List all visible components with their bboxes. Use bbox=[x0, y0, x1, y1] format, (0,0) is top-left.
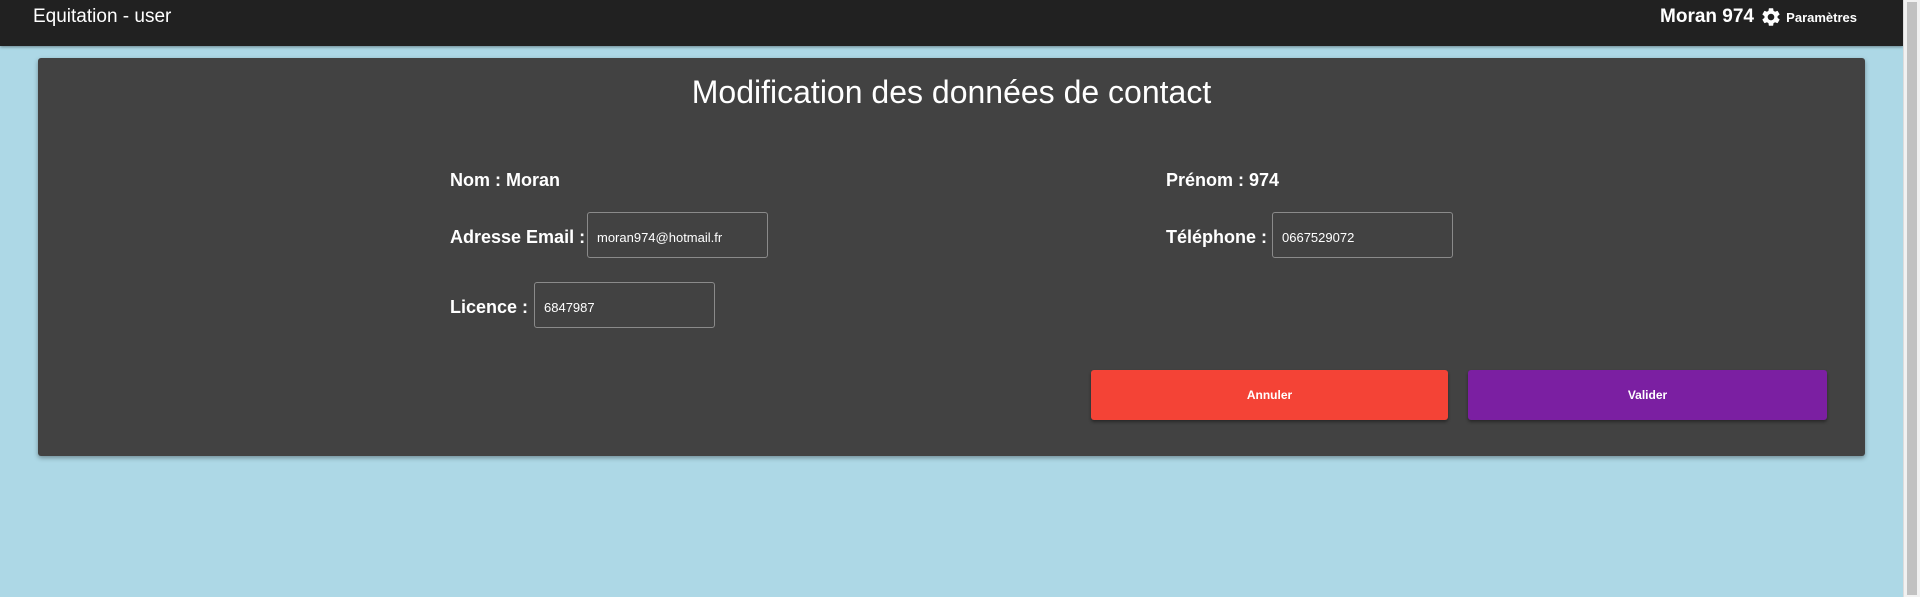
cancel-button[interactable]: Annuler bbox=[1091, 370, 1448, 420]
user-name[interactable]: Moran 974 bbox=[1660, 7, 1754, 27]
telephone-field[interactable] bbox=[1272, 212, 1453, 258]
licence-field[interactable] bbox=[534, 282, 715, 328]
email-label: Adresse Email : bbox=[450, 227, 586, 247]
contact-form-card: Modification des données de contact Nom … bbox=[38, 58, 1865, 456]
scrollbar-thumb[interactable] bbox=[1907, 2, 1917, 595]
nom-label: Nom : Moran bbox=[450, 170, 560, 190]
vertical-scrollbar[interactable] bbox=[1903, 0, 1920, 597]
licence-label: Licence : bbox=[450, 297, 529, 317]
gear-icon bbox=[1762, 8, 1780, 26]
settings-label: Paramètres bbox=[1786, 9, 1857, 25]
email-field[interactable] bbox=[587, 212, 768, 258]
top-app-bar: Equitation - user Moran 974 Paramètres bbox=[0, 0, 1903, 46]
app-title: Equitation - user bbox=[33, 6, 172, 27]
validate-button[interactable]: Valider bbox=[1468, 370, 1827, 420]
telephone-label: Téléphone : bbox=[1166, 227, 1268, 247]
prenom-label: Prénom : 974 bbox=[1166, 170, 1280, 190]
settings-button[interactable]: Paramètres bbox=[1760, 6, 1857, 28]
page-title: Modification des données de contact bbox=[691, 74, 1212, 110]
